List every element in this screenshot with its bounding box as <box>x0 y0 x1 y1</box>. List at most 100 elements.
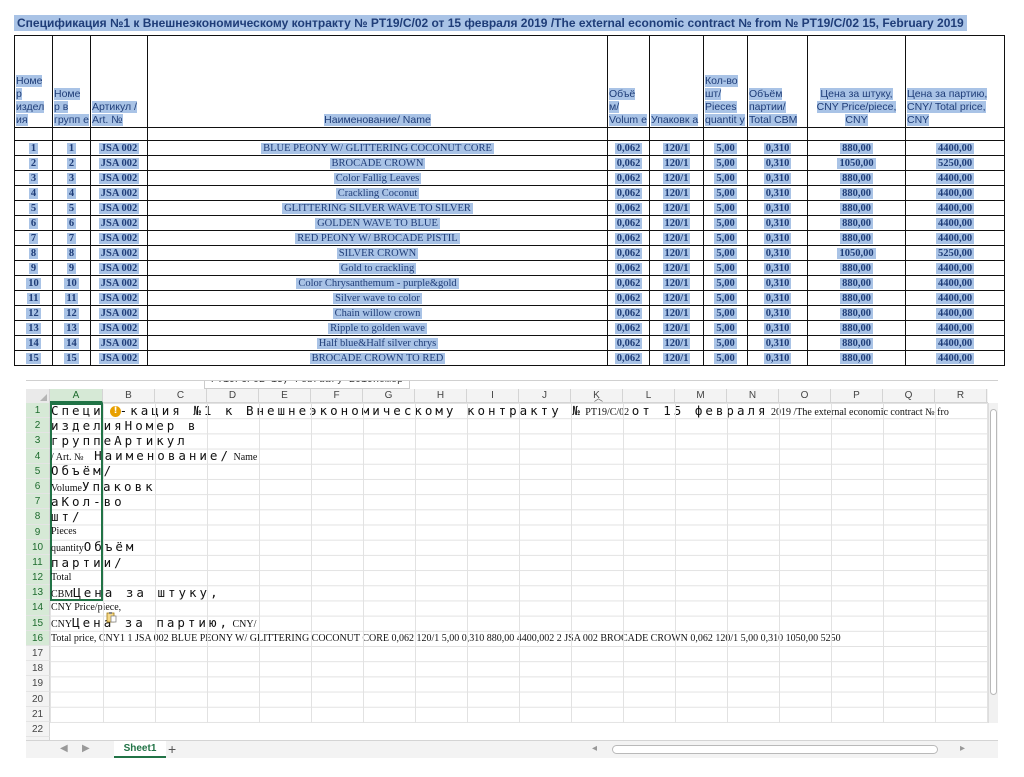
cell-lot-price: 4400,00 <box>905 350 1005 366</box>
row-header-15[interactable]: 15 <box>26 615 50 631</box>
cell-lot-price: 4400,00 <box>905 290 1005 306</box>
horizontal-scrollbar[interactable] <box>604 744 944 755</box>
column-header-p[interactable]: P <box>831 389 883 403</box>
row-header-10[interactable]: 10 <box>26 539 50 555</box>
row-header-11[interactable]: 11 <box>26 554 50 571</box>
cell-quantity: 5,00 <box>703 185 748 201</box>
cell-item-no: 15 <box>14 350 53 366</box>
row-header-14[interactable]: 14 <box>26 600 50 616</box>
row-header-17[interactable]: 17 <box>26 646 50 662</box>
cell-row-16[interactable]: Total price, CNY1 1 JSA 002 BLUE PEONY W… <box>51 631 841 646</box>
column-header-c[interactable]: C <box>155 389 207 403</box>
cell-product-name: Half blue&Half silver chrys <box>147 335 608 351</box>
cell-row-15[interactable]: CNYЦена за партию, CNY/ <box>51 615 256 630</box>
row-header-12[interactable]: 12 <box>26 570 50 586</box>
cell-volume: 0,062 <box>607 260 650 276</box>
cell-row-3[interactable]: группеАртикул <box>51 433 188 448</box>
column-header-o[interactable]: O <box>779 389 831 403</box>
row-header-19[interactable]: 19 <box>26 676 50 692</box>
cell-row-13[interactable]: CBMЦена за штуку, <box>51 585 221 600</box>
cell-unit-price: 880,00 <box>807 320 906 336</box>
cell-article: JSA 002 <box>90 305 148 321</box>
column-header-n[interactable]: N <box>727 389 779 403</box>
row-header-4[interactable]: 4 <box>26 448 50 464</box>
row-header-3[interactable]: 3 <box>26 433 50 449</box>
cell-item-no: 9 <box>14 260 53 276</box>
cell-grid[interactable]: Специ -кация №1 к Внешнеэкономическому ко… <box>50 403 988 723</box>
table-row: 3 3 JSA 002 Color Fallig Leaves 0,062 120/1 5,… <box>14 170 1005 186</box>
select-all-corner[interactable] <box>26 389 50 403</box>
column-header-i[interactable]: I <box>467 389 519 403</box>
sheet-tab-sheet1[interactable]: Sheet1 <box>114 741 166 758</box>
column-header-q[interactable]: Q <box>883 389 935 403</box>
cell-packing: 120/1 <box>649 275 704 291</box>
cell-row-1[interactable]: Специ -кация №1 к Внешнеэкономическому ко… <box>51 403 949 418</box>
add-sheet-button[interactable]: + <box>168 741 176 758</box>
column-header-r[interactable]: R <box>935 389 987 403</box>
table-row: 11 11 JSA 002 Silver wave to color 0,062 120/… <box>14 290 1005 306</box>
vertical-scroll-thumb[interactable] <box>990 409 997 695</box>
cell-unit-price: 1050,00 <box>807 155 906 171</box>
header-name: Наименование/ Name <box>147 35 608 128</box>
hscroll-right-icon[interactable]: ▸ <box>960 743 965 754</box>
column-header-h[interactable]: H <box>415 389 467 403</box>
cell-row-9[interactable]: Pieces <box>51 524 77 539</box>
cell-row-11[interactable]: партии/ <box>51 555 125 570</box>
cell-volume: 0,062 <box>607 170 650 186</box>
cell-product-name: BROCADE CROWN TO RED <box>147 350 608 366</box>
cell-row-5[interactable]: Объём/ <box>51 463 114 478</box>
row-header-1[interactable]: 1 <box>26 403 50 419</box>
cell-unit-price: 1050,00 <box>807 245 906 261</box>
horizontal-scroll-thumb[interactable] <box>612 745 938 754</box>
row-header-5[interactable]: 5 <box>26 463 50 479</box>
cell-row-12[interactable]: Total <box>51 570 71 585</box>
column-header-f[interactable]: F <box>311 389 363 403</box>
row-header-20[interactable]: 20 <box>26 691 50 707</box>
column-header-j[interactable]: J <box>519 389 571 403</box>
column-header-e[interactable]: E <box>259 389 311 403</box>
hscroll-left-icon[interactable]: ◂ <box>592 743 597 754</box>
column-gridline <box>363 403 364 723</box>
formula-peek: PT19/C/02 15, February 2019Номер <box>204 381 411 389</box>
sheet-prev-icon[interactable]: ◀ <box>60 743 68 754</box>
cell-product-name: GLITTERING SILVER WAVE TO SILVER <box>147 200 608 216</box>
cell-article: JSA 002 <box>90 185 148 201</box>
cell-quantity: 5,00 <box>703 215 748 231</box>
cell-article: JSA 002 <box>90 320 148 336</box>
sheet-next-icon[interactable]: ▶ <box>82 743 90 754</box>
table-row: 10 10 JSA 002 Color Chrysanthemum - purple&… <box>14 275 1005 291</box>
row-header-21[interactable]: 21 <box>26 706 50 722</box>
column-header-g[interactable]: G <box>363 389 415 403</box>
cell-product-name: BROCADE CROWN <box>147 155 608 171</box>
row-header-16[interactable]: 16 <box>26 630 50 646</box>
cell-row-8[interactable]: шт/ <box>51 509 83 524</box>
cell-item-no: 12 <box>14 305 53 321</box>
column-header-d[interactable]: D <box>207 389 259 403</box>
row-header-8[interactable]: 8 <box>26 509 50 525</box>
cell-packing: 120/1 <box>649 185 704 201</box>
column-header-b[interactable]: B <box>103 389 155 403</box>
column-gridline <box>675 403 676 723</box>
row-header-7[interactable]: 7 <box>26 494 50 510</box>
row-header-18[interactable]: 18 <box>26 661 50 677</box>
column-header-l[interactable]: L <box>623 389 675 403</box>
cell-group-no: 12 <box>52 305 91 321</box>
cell-unit-price: 880,00 <box>807 335 906 351</box>
row-header-22[interactable]: 22 <box>26 721 50 738</box>
column-header-m[interactable]: M <box>675 389 727 403</box>
column-header-a[interactable]: A <box>50 389 103 403</box>
cell-packing: 120/1 <box>649 305 704 321</box>
warning-icon[interactable]: ! <box>110 406 121 417</box>
row-header-6[interactable]: 6 <box>26 478 50 495</box>
cell-row-2[interactable]: изделияНомер в <box>51 418 198 433</box>
cell-lot-volume: 0,310 <box>747 335 808 351</box>
paste-options-icon[interactable] <box>106 611 118 623</box>
cell-row-7[interactable]: аКол-во <box>51 494 125 509</box>
cell-lot-volume: 0,310 <box>747 350 808 366</box>
table-row: 2 2 JSA 002 BROCADE CROWN 0,062 120/1 5,00 0,31… <box>14 155 1005 171</box>
row-header-13[interactable]: 13 <box>26 585 50 601</box>
cell-row-10[interactable]: quantityОбъём <box>51 539 136 554</box>
vertical-scrollbar[interactable] <box>988 403 998 723</box>
row-header-9[interactable]: 9 <box>26 524 50 540</box>
row-header-2[interactable]: 2 <box>26 418 50 434</box>
